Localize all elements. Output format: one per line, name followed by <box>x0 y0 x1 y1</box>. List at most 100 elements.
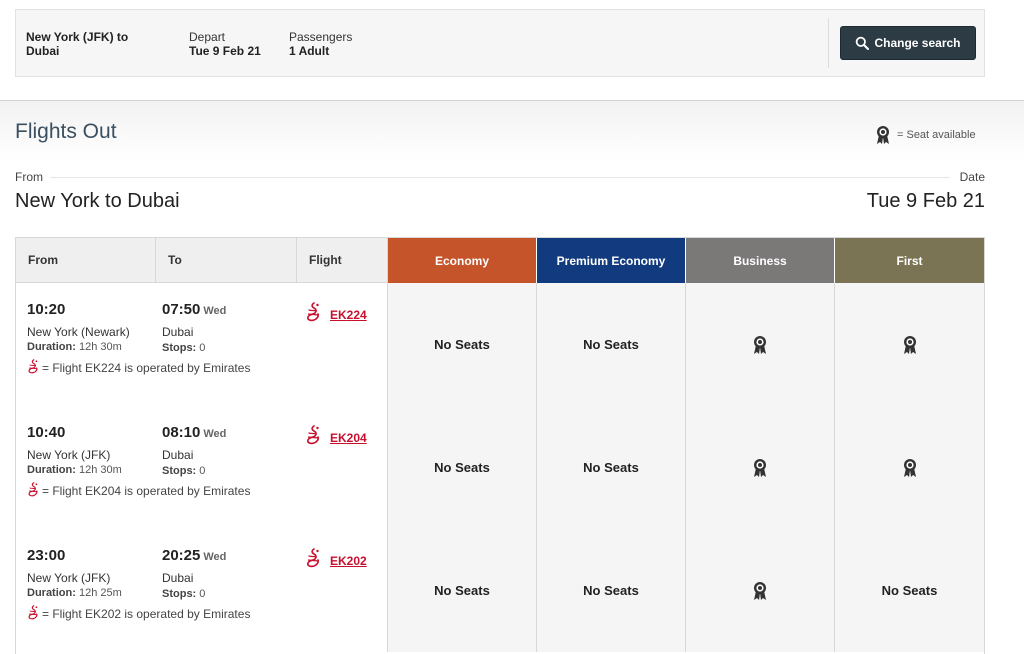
flight-no: 202 <box>346 553 367 568</box>
duration-value: 12h 25m <box>78 587 122 599</box>
stops-label: Stops: <box>162 465 197 477</box>
premium-economy-cell[interactable]: No Seats <box>537 529 686 652</box>
header-first: First <box>835 238 984 283</box>
stops: Stops: 0 <box>162 342 205 354</box>
arrival-city: Dubai <box>162 448 194 462</box>
emirates-logo-icon <box>305 425 321 450</box>
depart-label: Depart <box>189 30 226 44</box>
flight-prefix: EK <box>330 553 347 568</box>
header-flight: Flight <box>297 238 388 283</box>
duration-value: 12h 30m <box>78 341 122 353</box>
departure-city: New York (Newark) <box>27 325 130 339</box>
arrival-day: Wed <box>203 428 227 440</box>
business-cell[interactable] <box>686 529 835 652</box>
departure-time: 10:20 <box>27 301 66 318</box>
section-band <box>0 100 1024 162</box>
economy-cell[interactable]: No Seats <box>388 529 537 652</box>
arrival-time-value: 20:25 <box>162 547 201 564</box>
first-cell[interactable] <box>835 406 984 529</box>
passengers-value: 1 Adult <box>289 44 330 58</box>
search-passengers: Passengers 1 Adult <box>289 30 352 58</box>
operated-by-text: = Flight EK224 is operated by Emirates <box>42 361 251 375</box>
depart-value: Tue 9 Feb 21 <box>189 44 261 58</box>
business-cell[interactable] <box>686 406 835 529</box>
date-label: Date <box>959 170 985 184</box>
stops: Stops: 0 <box>162 465 205 477</box>
award-ribbon-icon <box>754 335 766 354</box>
flight-number-link[interactable]: EK224 <box>330 308 367 322</box>
header-economy: Economy <box>388 238 537 283</box>
flight-info: 10:20 07:50 Wed New York (Newark) Dubai D… <box>16 283 388 406</box>
business-cell[interactable] <box>686 283 835 406</box>
emirates-logo-icon <box>305 302 321 327</box>
premium-economy-cell[interactable]: No Seats <box>537 406 686 529</box>
emirates-logo-icon <box>27 359 39 377</box>
passengers-label: Passengers <box>289 30 353 44</box>
header-to: To <box>156 238 297 283</box>
duration-label: Duration: <box>27 341 76 353</box>
legend-label: = Seat available <box>897 129 976 141</box>
divider <box>828 18 829 68</box>
page-title: Flights Out <box>15 120 117 143</box>
duration-label: Duration: <box>27 464 76 476</box>
operated-by: = Flight EK202 is operated by Emirates <box>27 605 250 623</box>
arrival-day: Wed <box>203 305 227 317</box>
premium-economy-cell[interactable]: No Seats <box>537 283 686 406</box>
search-route: New York (JFK) to Dubai <box>26 30 129 58</box>
economy-cell[interactable]: No Seats <box>388 283 537 406</box>
first-cell[interactable] <box>835 283 984 406</box>
duration: Duration: 12h 30m <box>27 464 122 476</box>
table-row: 10:40 08:10 Wed New York (JFK) Dubai Dura… <box>16 406 984 529</box>
table-row: 23:00 20:25 Wed New York (JFK) Dubai Dura… <box>16 529 984 652</box>
arrival-time: 07:50 Wed <box>162 301 226 318</box>
header-from: From <box>16 238 156 283</box>
arrival-time-value: 07:50 <box>162 301 201 318</box>
emirates-logo-icon <box>27 482 39 500</box>
stops-value: 0 <box>199 465 206 477</box>
route-title: New York to Dubai <box>15 190 180 212</box>
flight-prefix: EK <box>330 430 347 445</box>
duration: Duration: 12h 25m <box>27 587 122 599</box>
award-ribbon-icon <box>877 126 889 144</box>
search-depart: Depart Tue 9 Feb 21 <box>189 30 261 58</box>
duration-value: 12h 30m <box>78 464 122 476</box>
divider <box>50 177 950 178</box>
operated-by: = Flight EK224 is operated by Emirates <box>27 359 250 377</box>
arrival-city: Dubai <box>162 325 194 339</box>
table-row: 10:20 07:50 Wed New York (Newark) Dubai D… <box>16 283 984 406</box>
flight-info: 10:40 08:10 Wed New York (JFK) Dubai Dura… <box>16 406 388 529</box>
emirates-logo-icon <box>305 548 321 573</box>
stops-value: 0 <box>199 588 206 600</box>
arrival-time-value: 08:10 <box>162 424 201 441</box>
stops-label: Stops: <box>162 588 197 600</box>
award-ribbon-icon <box>903 335 916 354</box>
search-summary: New York (JFK) to Dubai Depart Tue 9 Feb… <box>15 9 985 77</box>
first-cell[interactable]: No Seats <box>835 529 984 652</box>
flight-number-link[interactable]: EK204 <box>330 431 367 445</box>
economy-cell[interactable]: No Seats <box>388 406 537 529</box>
flight-number-link[interactable]: EK202 <box>330 554 367 568</box>
flight-number: EK224 <box>305 302 367 327</box>
departure-time: 23:00 <box>27 547 66 564</box>
arrival-day: Wed <box>203 551 227 563</box>
duration: Duration: 12h 30m <box>27 341 122 353</box>
arrival-city: Dubai <box>162 571 194 585</box>
departure-city: New York (JFK) <box>27 571 111 585</box>
operated-by-text: = Flight EK204 is operated by Emirates <box>42 484 251 498</box>
duration-label: Duration: <box>27 587 76 599</box>
operated-by: = Flight EK204 is operated by Emirates <box>27 482 250 500</box>
award-ribbon-icon <box>754 581 766 600</box>
arrival-time: 08:10 Wed <box>162 424 226 441</box>
flight-info: 23:00 20:25 Wed New York (JFK) Dubai Dura… <box>16 529 388 652</box>
change-search-label: Change search <box>874 36 961 50</box>
flight-prefix: EK <box>330 307 347 322</box>
emirates-logo-icon <box>27 605 39 623</box>
award-ribbon-icon <box>903 458 916 477</box>
from-label: From <box>15 170 43 184</box>
stops-label: Stops: <box>162 342 197 354</box>
flight-no: 224 <box>346 307 367 322</box>
change-search-button[interactable]: Change search <box>840 26 976 60</box>
header-premium-economy: Premium Economy <box>537 238 686 283</box>
seat-legend: = Seat available <box>875 125 976 145</box>
flight-no: 204 <box>346 430 367 445</box>
